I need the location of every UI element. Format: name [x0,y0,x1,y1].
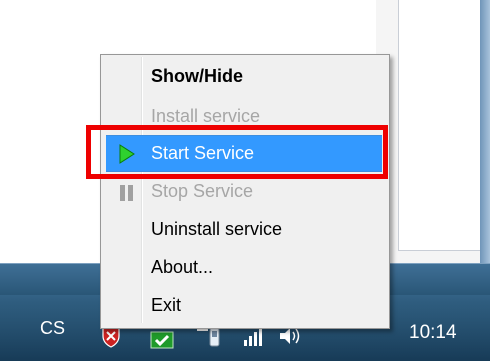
menu-item-show-hide[interactable]: Show/Hide [103,63,385,93]
menu-item-about[interactable]: About... [103,254,385,284]
menu-item-label: Stop Service [151,181,254,201]
taskbar-clock[interactable]: 10:14 [409,322,457,344]
menu-item-exit[interactable]: Exit [103,292,385,322]
menu-item-stop-service: Stop Service [103,178,385,208]
annotation-highlight-box [86,125,388,179]
check-icon[interactable] [150,330,174,350]
menu-item-label: Install service [151,106,261,126]
menu-item-label: About... [151,257,214,277]
menu-item-label: Uninstall service [151,219,283,239]
menu-item-label: Show/Hide [151,66,244,86]
window-border [480,0,490,264]
window-frame-inner [398,0,482,251]
pause-icon [117,183,137,203]
language-indicator[interactable]: CS [40,318,65,339]
menu-item-label: Exit [151,295,182,315]
menu-item-uninstall-service[interactable]: Uninstall service [103,216,385,246]
